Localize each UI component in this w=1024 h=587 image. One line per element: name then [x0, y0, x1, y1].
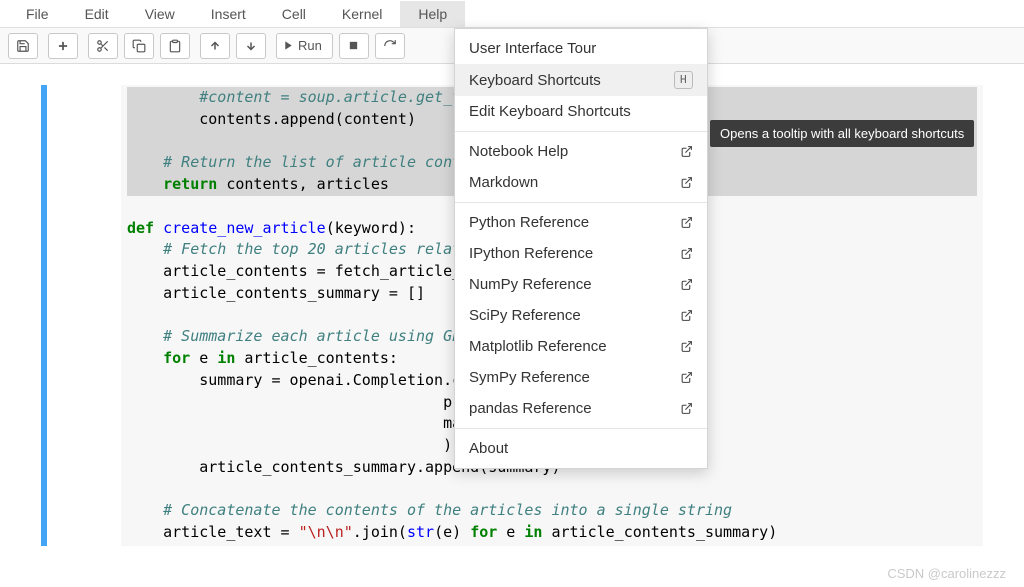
restart-button[interactable] — [375, 33, 405, 59]
menu-cell[interactable]: Cell — [264, 1, 324, 27]
arrow-up-icon — [209, 40, 221, 52]
save-icon — [16, 39, 30, 53]
cut-icon — [96, 39, 110, 53]
menu-keyboard-shortcuts[interactable]: Keyboard Shortcuts H — [455, 64, 707, 96]
play-icon — [283, 40, 294, 51]
menu-ipython-reference[interactable]: IPython Reference — [455, 238, 707, 269]
menu-matplotlib-reference[interactable]: Matplotlib Reference — [455, 331, 707, 362]
menu-python-reference[interactable]: Python Reference — [455, 207, 707, 238]
menu-item-label: NumPy Reference — [469, 276, 592, 293]
menu-item-label: SciPy Reference — [469, 307, 581, 324]
plus-icon — [56, 39, 70, 53]
menu-edit[interactable]: Edit — [67, 1, 127, 27]
cell-gutter — [41, 85, 47, 546]
menu-kernel[interactable]: Kernel — [324, 1, 400, 27]
menu-item-label: Keyboard Shortcuts — [469, 72, 601, 89]
menu-ui-tour[interactable]: User Interface Tour — [455, 33, 707, 64]
menubar: File Edit View Insert Cell Kernel Help — [0, 0, 1024, 28]
save-button[interactable] — [8, 33, 38, 59]
menu-markdown[interactable]: Markdown — [455, 167, 707, 198]
menu-about[interactable]: About — [455, 433, 707, 464]
menu-item-label: SymPy Reference — [469, 369, 590, 386]
menu-item-label: Edit Keyboard Shortcuts — [469, 103, 631, 120]
menu-numpy-reference[interactable]: NumPy Reference — [455, 269, 707, 300]
copy-icon — [132, 39, 146, 53]
menu-pandas-reference[interactable]: pandas Reference — [455, 393, 707, 424]
menu-item-label: Markdown — [469, 174, 538, 191]
menu-scipy-reference[interactable]: SciPy Reference — [455, 300, 707, 331]
tooltip-keyboard-shortcuts: Opens a tooltip with all keyboard shortc… — [710, 120, 974, 147]
run-button[interactable]: Run — [276, 33, 333, 59]
interrupt-button[interactable] — [339, 33, 369, 59]
menu-item-label: pandas Reference — [469, 400, 592, 417]
external-link-icon — [680, 340, 693, 353]
external-link-icon — [680, 309, 693, 322]
external-link-icon — [680, 216, 693, 229]
external-link-icon — [680, 402, 693, 415]
menu-item-label: Python Reference — [469, 214, 589, 231]
menu-edit-keyboard-shortcuts[interactable]: Edit Keyboard Shortcuts — [455, 96, 707, 127]
move-up-button[interactable] — [200, 33, 230, 59]
external-link-icon — [680, 278, 693, 291]
move-down-button[interactable] — [236, 33, 266, 59]
menu-help[interactable]: Help — [400, 1, 465, 27]
external-link-icon — [680, 145, 693, 158]
prompt-area — [51, 85, 121, 546]
arrow-down-icon — [245, 40, 257, 52]
menu-notebook-help[interactable]: Notebook Help — [455, 136, 707, 167]
run-label: Run — [298, 38, 322, 53]
menu-item-label: IPython Reference — [469, 245, 593, 262]
paste-button[interactable] — [160, 33, 190, 59]
kbd-hint: H — [674, 71, 693, 89]
menu-file[interactable]: File — [8, 1, 67, 27]
stop-icon — [348, 40, 359, 51]
cut-button[interactable] — [88, 33, 118, 59]
menu-separator — [455, 202, 707, 203]
menu-item-label: Notebook Help — [469, 143, 568, 160]
help-menu-dropdown: User Interface Tour Keyboard Shortcuts H… — [454, 28, 708, 469]
menu-view[interactable]: View — [127, 1, 193, 27]
paste-icon — [168, 39, 182, 53]
copy-button[interactable] — [124, 33, 154, 59]
menu-separator — [455, 131, 707, 132]
menu-sympy-reference[interactable]: SymPy Reference — [455, 362, 707, 393]
external-link-icon — [680, 371, 693, 384]
menu-item-label: Matplotlib Reference — [469, 338, 607, 355]
menu-item-label: User Interface Tour — [469, 40, 596, 57]
insert-cell-button[interactable] — [48, 33, 78, 59]
menu-insert[interactable]: Insert — [193, 1, 264, 27]
watermark: CSDN @carolinezzz — [887, 566, 1006, 581]
refresh-icon — [383, 39, 397, 53]
menu-item-label: About — [469, 440, 508, 457]
menu-separator — [455, 428, 707, 429]
external-link-icon — [680, 176, 693, 189]
external-link-icon — [680, 247, 693, 260]
